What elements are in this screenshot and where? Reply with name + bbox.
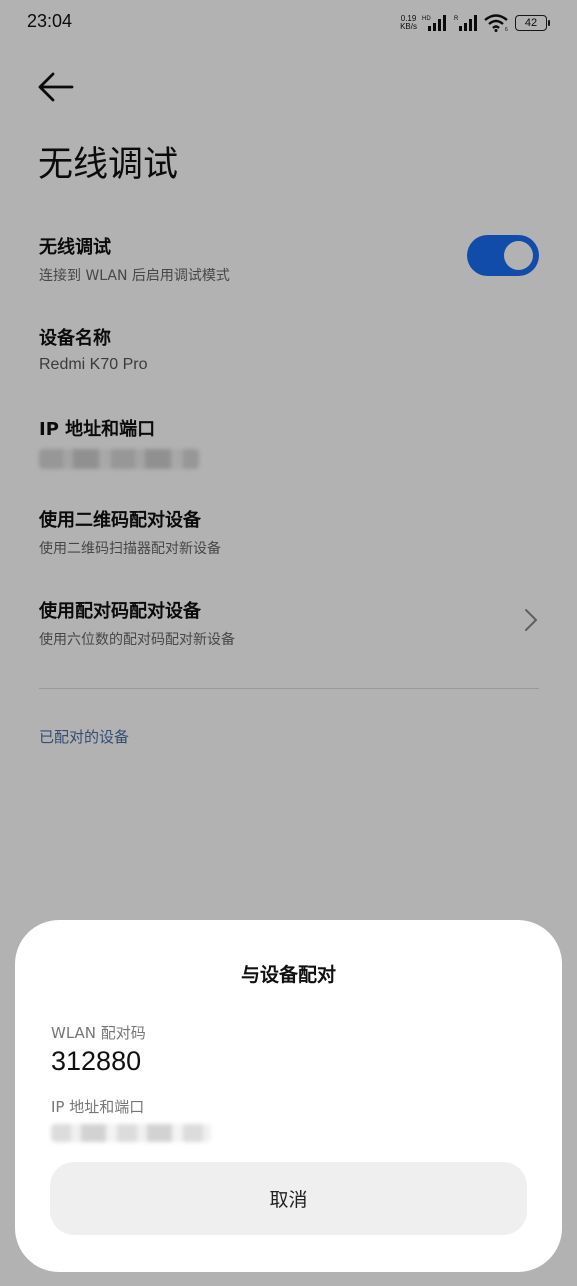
cancel-button[interactable]: 取消 bbox=[50, 1162, 527, 1235]
pair-dialog: 与设备配对 WLAN 配对码 312880 IP 地址和端口 取消 bbox=[15, 920, 562, 1272]
wlan-code-label: WLAN 配对码 bbox=[51, 1024, 146, 1042]
wlan-pairing-code: 312880 bbox=[51, 1046, 142, 1076]
ip-port-label: IP 地址和端口 bbox=[51, 1098, 145, 1116]
ip-port-value-blurred bbox=[51, 1124, 211, 1142]
dialog-title: 与设备配对 bbox=[240, 964, 336, 986]
